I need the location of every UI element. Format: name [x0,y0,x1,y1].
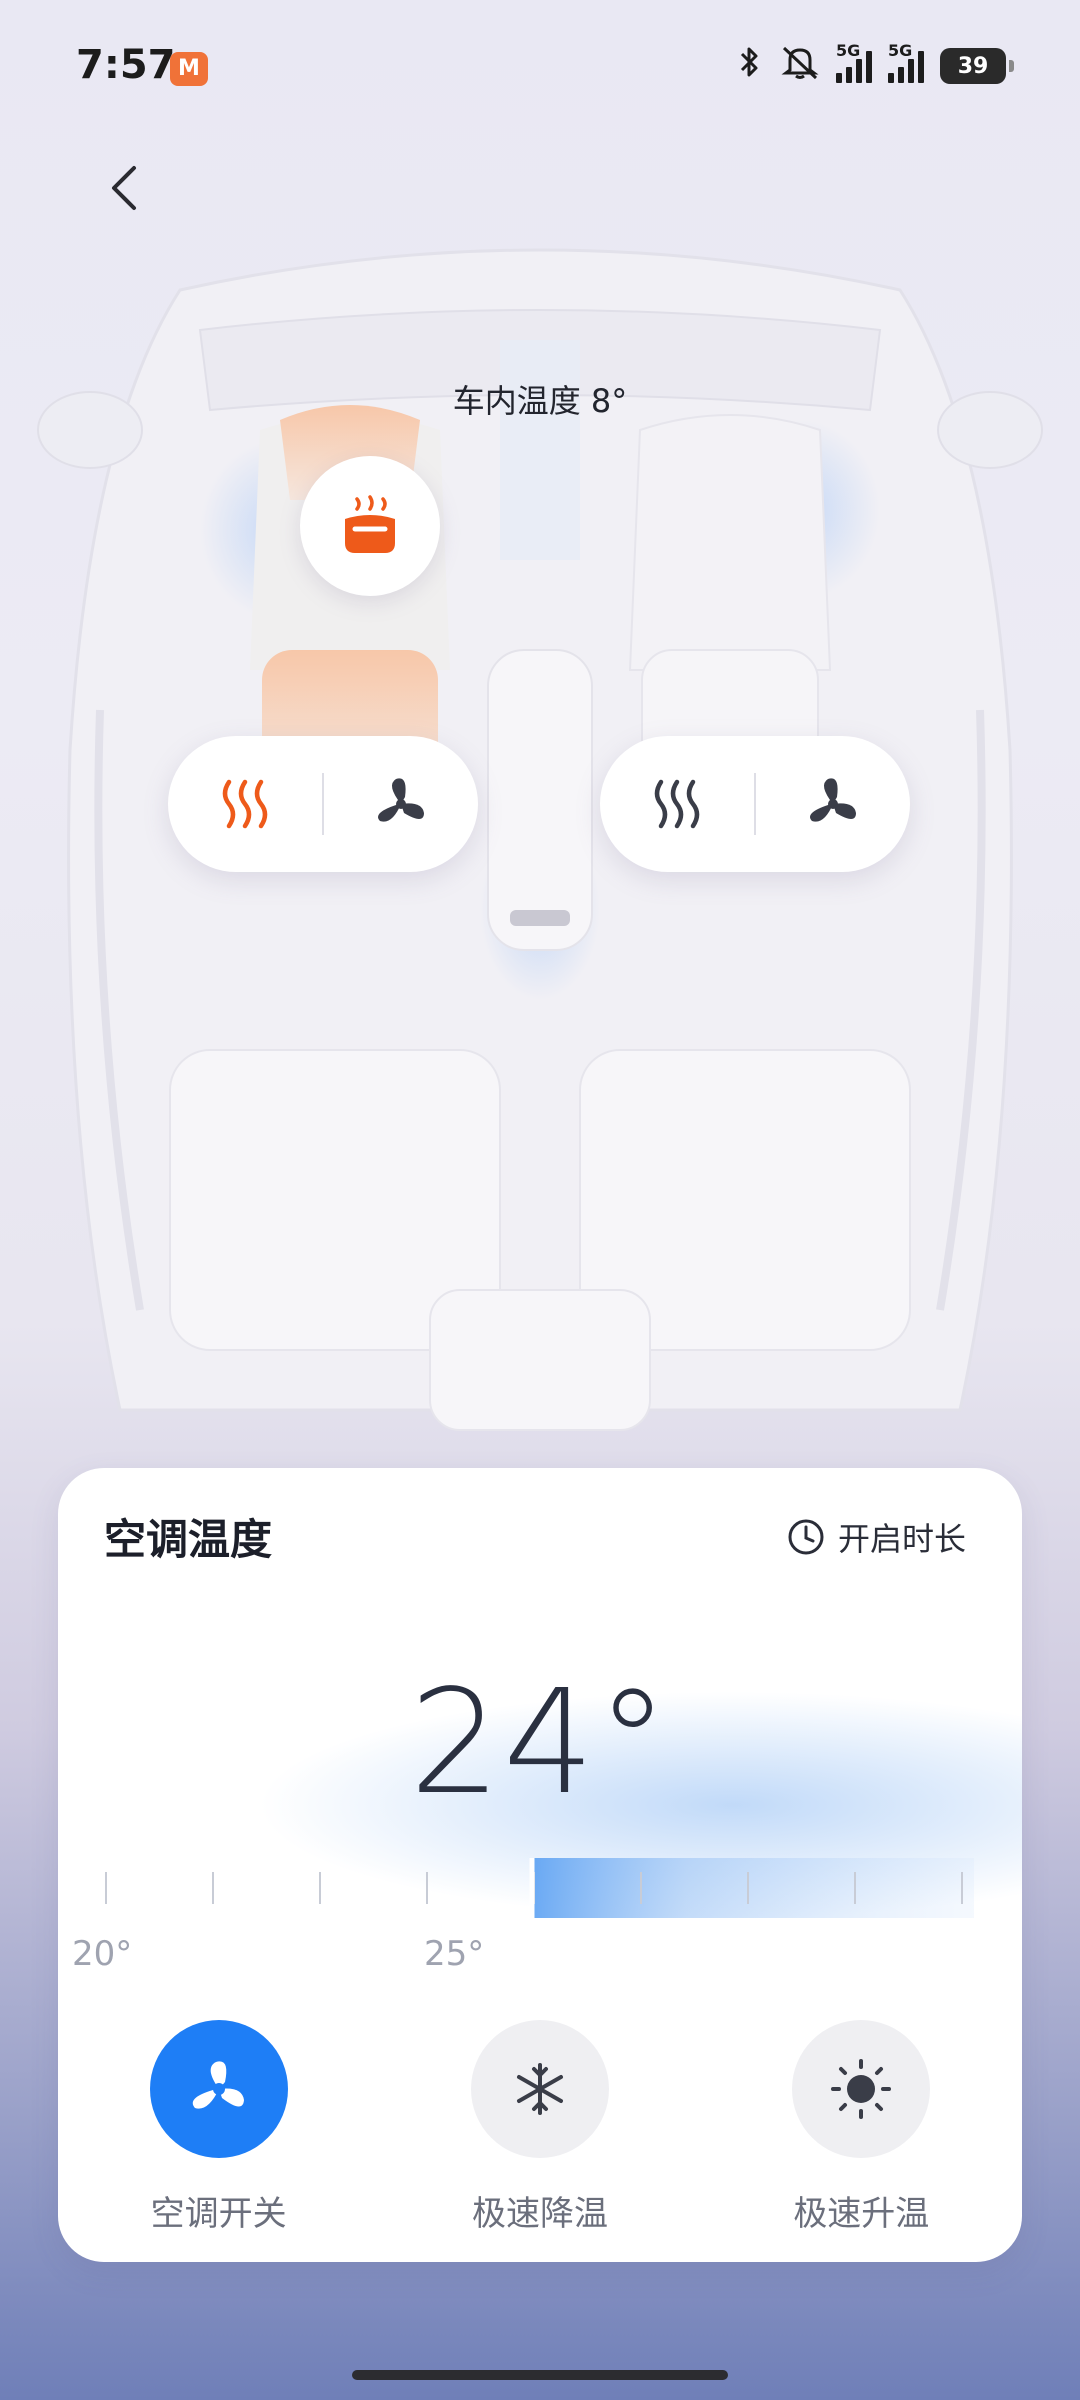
rapid-cool-button[interactable]: 极速降温 [440,2020,640,2235]
slider-active-region [532,1858,974,1918]
bluetooth-icon [734,45,764,87]
mute-bell-icon [780,44,820,88]
clock-icon [788,1519,824,1555]
status-icons: 5G 5G 39 [734,41,1014,88]
ac-quick-actions: 空调开关 极速降温 极速升温 [58,2020,1022,2235]
rapid-heat-circle [792,2020,931,2158]
slider-mid-label: 25° [424,1934,485,1974]
signal-5g-icon: 5G [888,41,924,83]
status-time: 7:57 [76,42,176,88]
battery-icon: 39 [940,48,1014,84]
passenger-seat-heat-button[interactable] [600,736,754,872]
back-button[interactable] [96,158,156,218]
driver-seat-ventilation-button[interactable] [324,736,478,872]
ac-power-circle [149,2020,288,2158]
temperature-slider[interactable] [104,1858,974,1918]
heat-waves-icon [654,779,700,829]
passenger-seat-controls [600,736,910,872]
signal-5g-icon: 5G [836,41,872,83]
rapid-cool-label: 极速降温 [471,2194,608,2234]
ac-power-label: 空调开关 [150,2194,287,2234]
status-bar: 7:57 M 5G 5G 39 [0,0,1080,140]
rapid-heat-label: 极速升温 [793,2194,930,2234]
headrest-heat-button[interactable] [300,456,440,596]
ac-temperature-card: 空调温度 开启时长 24° 20° 25° 空调开关 极速降温 极速升温 [58,1468,1022,2262]
run-duration-button[interactable]: 开启时长 [786,1514,966,1560]
sun-icon [831,2059,892,2119]
driver-seat-heat-button[interactable] [168,736,322,872]
heat-waves-icon [222,779,268,829]
home-indicator[interactable] [352,2370,728,2380]
app-notification-icon: M [170,52,208,86]
cabin-temperature: 车内温度 8° [452,382,628,420]
slider-min-label: 20° [72,1934,133,1974]
rapid-cool-circle [470,2020,609,2158]
fan-icon [378,778,424,822]
snowflake-icon [516,2063,563,2115]
driver-seat-controls [168,736,478,872]
fan-icon [192,2061,244,2109]
run-duration-label: 开启时长 [837,1520,966,1558]
passenger-seat-ventilation-button[interactable] [756,736,910,872]
card-title: 空调温度 [104,1515,273,1564]
chevron-left-icon [112,166,136,210]
headrest-heat-icon [345,495,395,553]
set-temperature: 24° [409,1658,671,1826]
ac-power-button[interactable]: 空调开关 [119,2020,319,2235]
rapid-heat-button[interactable]: 极速升温 [761,2020,961,2235]
fan-icon [810,778,856,822]
